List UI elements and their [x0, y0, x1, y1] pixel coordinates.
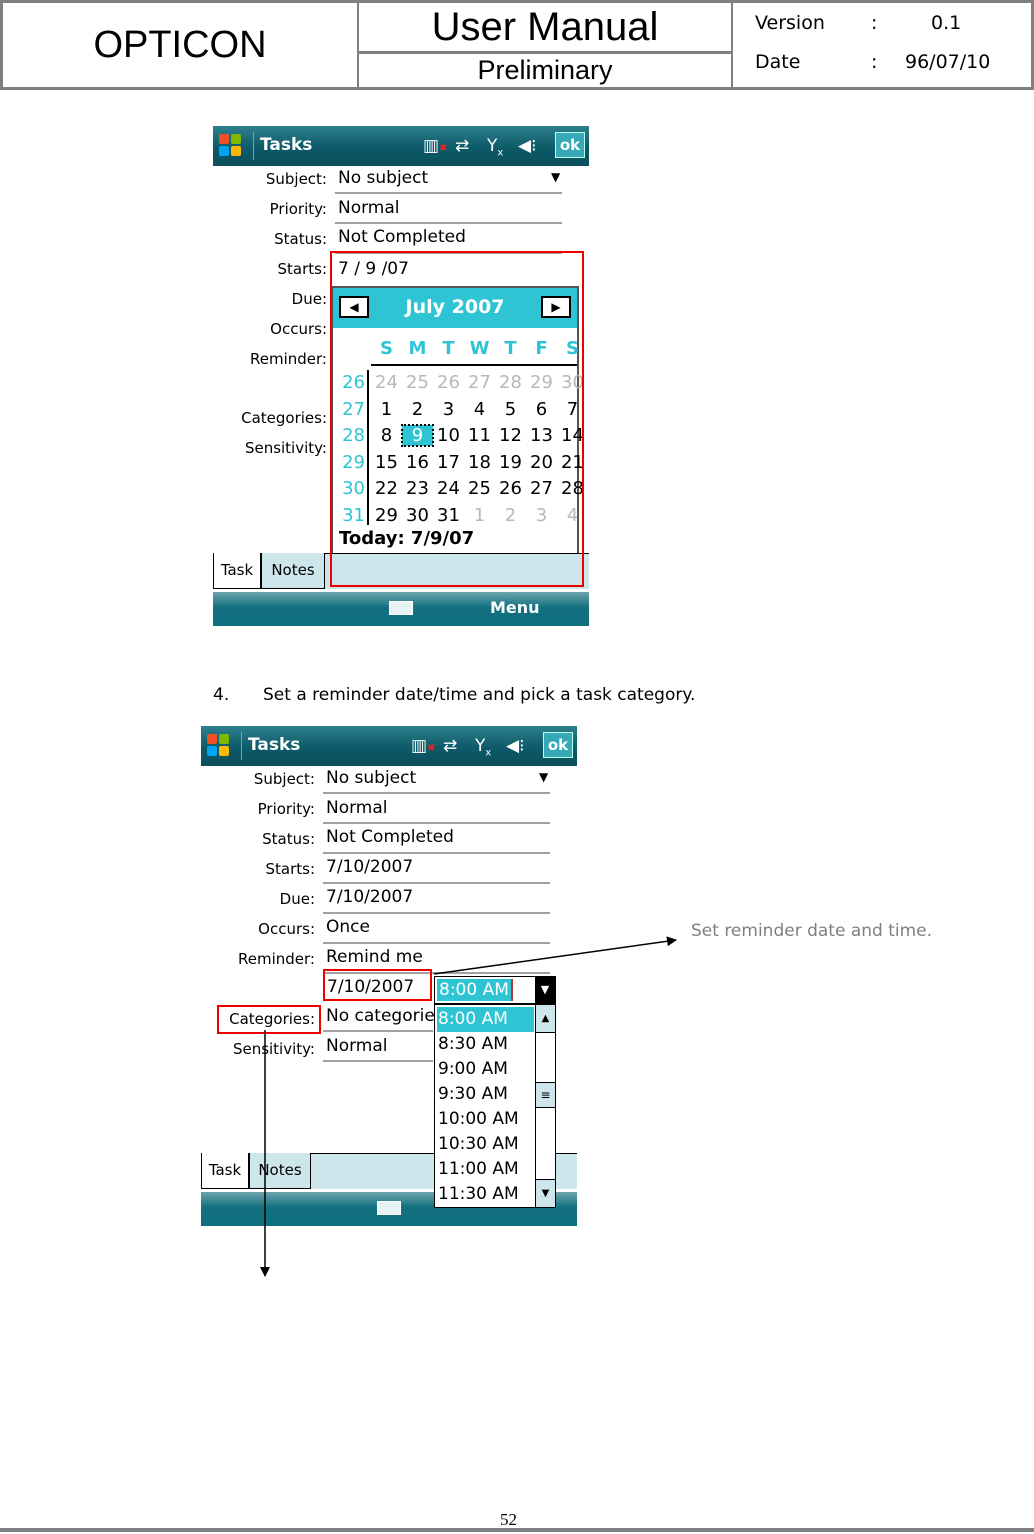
annotation-arrows: [260, 936, 677, 1277]
arrow-to-reminder-note: [433, 936, 677, 975]
footer-rule: [0, 1528, 1034, 1532]
page-number: 52: [500, 1510, 517, 1529]
reminder-annotation: Set reminder date and time.: [691, 921, 933, 941]
